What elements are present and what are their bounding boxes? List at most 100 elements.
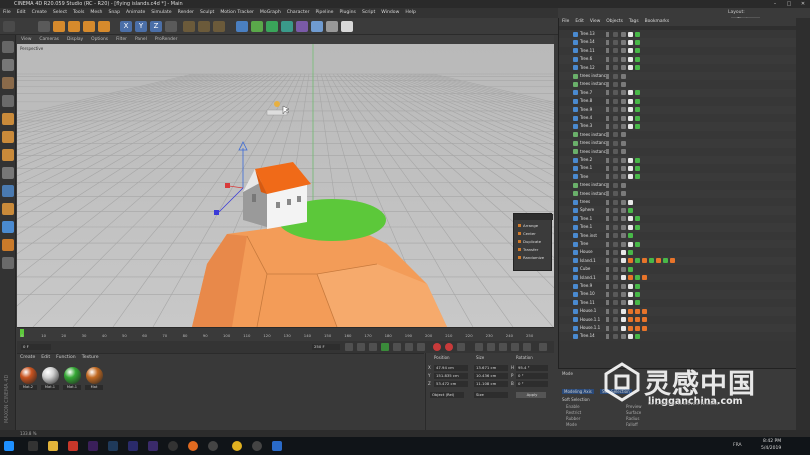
- visibility-dots-icon[interactable]: [606, 81, 609, 87]
- visibility-dots-icon[interactable]: [606, 39, 609, 45]
- layer-check-icon[interactable]: [613, 224, 618, 230]
- app-icon[interactable]: [252, 441, 262, 451]
- tag-icon[interactable]: [621, 291, 626, 297]
- x-axis-icon[interactable]: X: [120, 21, 132, 32]
- visibility-dots-icon[interactable]: [606, 65, 609, 71]
- object-row[interactable]: Tree.14: [559, 332, 797, 341]
- scale-icon[interactable]: [68, 21, 80, 32]
- tag-icon[interactable]: [635, 275, 640, 281]
- render-view-icon[interactable]: [183, 21, 195, 32]
- visibility-dots-icon[interactable]: [606, 107, 609, 113]
- layer-check-icon[interactable]: [613, 73, 618, 79]
- visibility-dots-icon[interactable]: [606, 31, 609, 37]
- layer-check-icon[interactable]: [613, 65, 618, 71]
- object-name[interactable]: Tree.14: [580, 333, 595, 339]
- object-row[interactable]: Tree.3: [559, 122, 797, 131]
- object-row[interactable]: Tree.8: [559, 97, 797, 106]
- object-row[interactable]: trees instance: [559, 130, 797, 140]
- layer-check-icon[interactable]: [613, 283, 618, 289]
- object-name[interactable]: Tree.11: [580, 300, 595, 306]
- object-row[interactable]: Tree: [559, 172, 797, 182]
- tag-icon[interactable]: [621, 182, 626, 188]
- visibility-dots-icon[interactable]: [606, 233, 609, 239]
- tag-icon[interactable]: [635, 65, 640, 71]
- deformer-icon[interactable]: [296, 21, 308, 32]
- timeline-ruler[interactable]: 0 10 20 30 40 50 60 70 80 90 100 110 120 130 140 150 160…: [17, 327, 554, 341]
- menu-item[interactable]: Motion Tracker: [217, 8, 257, 18]
- layer-check-icon[interactable]: [613, 199, 618, 205]
- om-menu-item[interactable]: Objects: [603, 18, 626, 26]
- tag-icon[interactable]: [621, 325, 626, 331]
- z-axis-icon[interactable]: Z: [150, 21, 162, 32]
- tag-icon[interactable]: [621, 283, 626, 289]
- maximize-button[interactable]: □: [782, 0, 796, 8]
- snap-icon[interactable]: [2, 185, 14, 197]
- tag-icon[interactable]: [635, 308, 640, 314]
- tag-icon[interactable]: [621, 191, 626, 197]
- object-row[interactable]: Tree.11: [559, 46, 797, 56]
- rotation-field[interactable]: 0 °: [516, 381, 548, 387]
- material-menu-item[interactable]: Texture: [79, 354, 102, 362]
- tag-icon[interactable]: [621, 199, 626, 205]
- tag-icon[interactable]: [628, 325, 633, 331]
- object-name[interactable]: Tree: [580, 241, 588, 247]
- tag-icon[interactable]: [621, 98, 626, 104]
- context-menu-item[interactable]: Transfer: [518, 246, 538, 253]
- tag-icon[interactable]: [621, 65, 626, 71]
- tag-icon[interactable]: [635, 258, 640, 264]
- layer-check-icon[interactable]: [613, 325, 618, 331]
- perspective-viewport[interactable]: [17, 44, 554, 327]
- object-name[interactable]: trees instance: [580, 81, 608, 87]
- tag-icon[interactable]: [635, 98, 640, 104]
- tag-icon[interactable]: [635, 31, 640, 37]
- menu-item[interactable]: Mesh: [87, 8, 105, 18]
- object-name[interactable]: Tree.7: [580, 90, 592, 96]
- object-name[interactable]: Tree.1: [580, 216, 592, 222]
- object-name[interactable]: Tree.6: [580, 56, 592, 62]
- tag-icon[interactable]: [635, 241, 640, 247]
- file-explorer-icon[interactable]: [48, 441, 58, 451]
- grid-snap-icon[interactable]: [2, 239, 14, 251]
- layer-check-icon[interactable]: [613, 98, 618, 104]
- tag-icon[interactable]: [621, 249, 626, 255]
- layout-selector[interactable]: Layout:Startup: [728, 9, 768, 25]
- layer-check-icon[interactable]: [613, 81, 618, 87]
- timeline-menu-icon[interactable]: [539, 343, 547, 351]
- c4d-icon[interactable]: [168, 441, 178, 451]
- tag-icon[interactable]: [621, 165, 626, 171]
- task-view-icon[interactable]: [28, 441, 38, 451]
- object-row[interactable]: trees: [559, 198, 797, 207]
- tag-icon[interactable]: [628, 241, 633, 247]
- menu-item[interactable]: Sculpt: [197, 8, 217, 18]
- visibility-dots-icon[interactable]: [606, 216, 609, 222]
- object-name[interactable]: Tree.inst: [580, 233, 597, 239]
- pla-key-icon[interactable]: [523, 343, 531, 351]
- size-mode-select[interactable]: Size: [474, 392, 508, 398]
- layer-check-icon[interactable]: [613, 207, 618, 213]
- tag-icon[interactable]: [621, 157, 626, 163]
- visibility-dots-icon[interactable]: [606, 249, 609, 255]
- object-name[interactable]: Tree.13: [580, 31, 595, 37]
- tag-icon[interactable]: [628, 90, 633, 96]
- menu-item[interactable]: Pipeline: [312, 8, 336, 18]
- apply-button[interactable]: Apply: [516, 392, 546, 398]
- menu-item[interactable]: Animate: [123, 8, 148, 18]
- tag-icon[interactable]: [621, 73, 626, 79]
- tag-icon[interactable]: [621, 317, 626, 323]
- play-icon[interactable]: [381, 343, 389, 351]
- object-row[interactable]: Tree.7: [559, 88, 797, 98]
- layer-check-icon[interactable]: [613, 31, 618, 37]
- om-menu-item[interactable]: Bookmarks: [642, 18, 673, 26]
- tag-icon[interactable]: [628, 107, 633, 113]
- viewport-menu-item[interactable]: View: [17, 35, 35, 44]
- tag-icon[interactable]: [628, 56, 633, 62]
- tag-icon[interactable]: [621, 31, 626, 37]
- tag-icon[interactable]: [628, 199, 633, 205]
- visibility-dots-icon[interactable]: [606, 291, 609, 297]
- object-row[interactable]: Tree.1: [559, 214, 797, 224]
- menu-item[interactable]: MoGraph: [257, 8, 284, 18]
- cube-icon[interactable]: [236, 21, 248, 32]
- object-row[interactable]: Tree.13: [559, 30, 797, 39]
- object-name[interactable]: Cube: [580, 266, 590, 272]
- visibility-dots-icon[interactable]: [606, 182, 609, 188]
